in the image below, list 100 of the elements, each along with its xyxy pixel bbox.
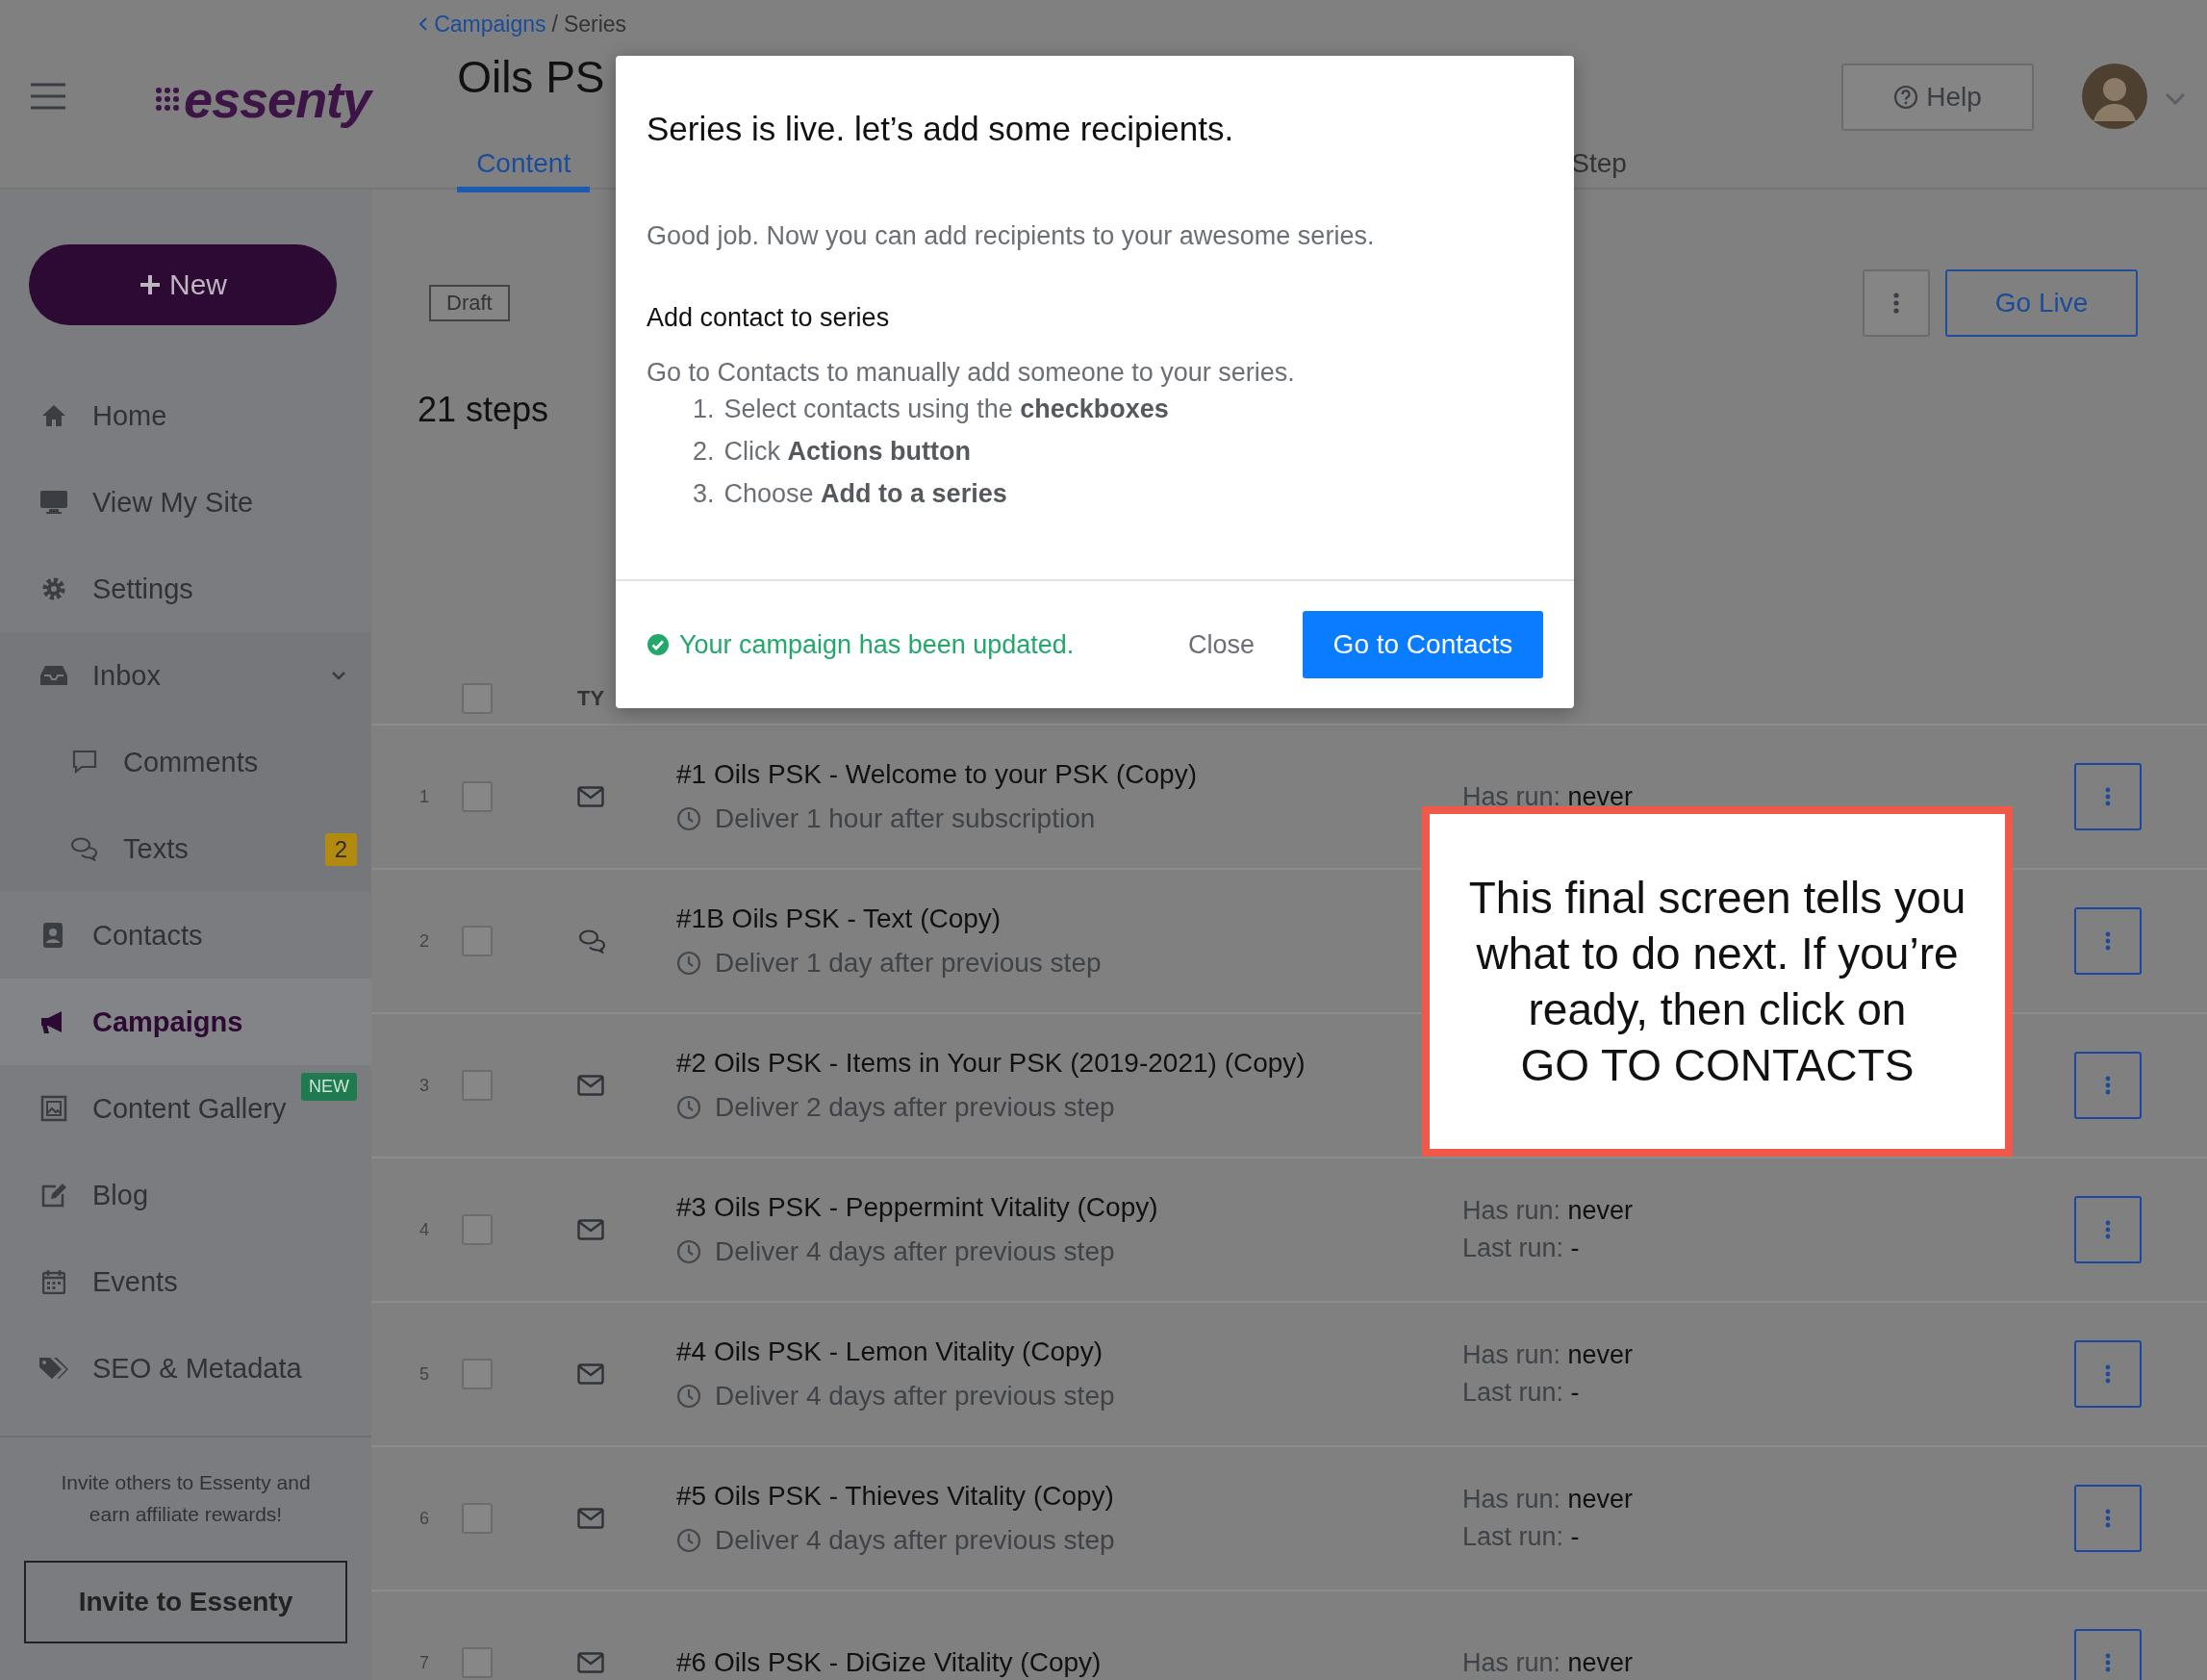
breadcrumb-current: Series — [563, 11, 627, 38]
step-title[interactable]: #2 Oils PSK - Items in Your PSK (2019-2021) (Copy) — [676, 1048, 1306, 1079]
sidebar-item[interactable]: Events — [0, 1238, 371, 1325]
step-title[interactable]: #6 Oils PSK - DiGize Vitality (Copy) — [676, 1647, 1102, 1678]
row-number: 5 — [419, 1363, 430, 1385]
envelope-icon — [577, 1652, 604, 1673]
question-icon — [1893, 85, 1919, 110]
chevron-down-icon[interactable] — [2165, 92, 2186, 106]
clock-icon — [676, 1384, 701, 1409]
sidebar-item[interactable]: Comments — [0, 719, 371, 805]
modal-intro: Good job. Now you can add recipients to your awesome series. — [647, 221, 1376, 251]
sidebar-item[interactable]: View My Site — [0, 459, 371, 546]
envelope-icon — [577, 1508, 604, 1529]
run-status: Has run: never — [1462, 781, 1635, 812]
sidebar-item[interactable]: SEO & Metadata — [0, 1325, 371, 1412]
step-title[interactable]: #4 Oils PSK - Lemon Vitality (Copy) — [676, 1336, 1103, 1367]
row-checkbox[interactable] — [462, 1214, 493, 1245]
speech-bubbles-icon — [577, 929, 608, 954]
row-checkbox[interactable] — [462, 926, 493, 956]
breadcrumb-separator: / — [551, 11, 558, 38]
envelope-icon — [577, 1363, 604, 1385]
menu-icon[interactable] — [30, 82, 66, 111]
step-title[interactable]: #5 Oils PSK - Thieves Vitality (Copy) — [676, 1481, 1114, 1512]
kebab-icon — [2105, 1653, 2111, 1672]
annotation-text: This final screen tells you what to do next. If you’re ready, then click on GO TO CONTACTS — [1467, 872, 1967, 1092]
speech-bubbles-icon — [70, 836, 99, 861]
kebab-icon — [2105, 1076, 2111, 1095]
more-button[interactable] — [2074, 907, 2142, 975]
step-title[interactable]: #3 Oils PSK - Peppermint Vitality (Copy) — [676, 1192, 1158, 1223]
plus-icon — [139, 273, 162, 296]
modal-title: Series is live. let’s add some recipients. — [647, 110, 1235, 148]
more-button[interactable] — [1863, 269, 1930, 337]
new-button[interactable]: New — [29, 244, 337, 325]
invite-text: Invite others to Essenty and earn affiliate rewards! — [60, 1470, 312, 1527]
clock-icon — [676, 951, 701, 976]
more-button[interactable] — [2074, 1340, 2142, 1408]
step-title[interactable]: #1 Oils PSK - Welcome to your PSK (Copy) — [676, 759, 1197, 790]
speech-bubble-icon — [72, 750, 97, 775]
calendar-icon — [42, 1269, 65, 1294]
kebab-icon — [2105, 1364, 2111, 1384]
sidebar-item[interactable]: Campaigns — [0, 979, 371, 1065]
more-button[interactable] — [2074, 1485, 2142, 1552]
tags-icon — [38, 1356, 69, 1381]
more-button[interactable] — [2074, 1052, 2142, 1119]
run-status: Last run: - — [1462, 1378, 1581, 1408]
tab[interactable]: Content — [457, 148, 591, 192]
chevron-down-icon[interactable] — [331, 671, 346, 680]
breadcrumb-link[interactable]: Campaigns — [419, 11, 546, 38]
more-button[interactable] — [2074, 1629, 2142, 1680]
envelope-icon — [577, 786, 604, 807]
dot-grid-icon — [155, 87, 180, 112]
sidebar-item[interactable]: Contacts — [0, 892, 371, 979]
step-number: 2. — [693, 436, 715, 468]
instruction-text: Click Actions button — [723, 436, 971, 468]
run-status: Has run: never — [1462, 1647, 1635, 1678]
schedule-text: Deliver 1 hour after subscription — [715, 803, 1096, 834]
clock-icon — [676, 1528, 701, 1553]
run-status: Last run: - — [1462, 1522, 1581, 1552]
clock-icon — [676, 806, 701, 831]
status-badge: Draft — [429, 285, 510, 321]
sidebar-item[interactable]: Home — [0, 372, 371, 459]
sidebar-item[interactable]: Inbox — [0, 632, 371, 719]
schedule-text: Deliver 4 days after previous step — [715, 1525, 1115, 1556]
sidebar-item[interactable]: Content Gallery NEW — [0, 1065, 371, 1152]
row-number: 7 — [419, 1652, 430, 1673]
row-number: 1 — [419, 786, 430, 807]
instruction-text: Select contacts using the checkboxes — [723, 394, 1169, 425]
more-button[interactable] — [2074, 763, 2142, 830]
chevron-left-icon — [419, 16, 429, 32]
sidebar-item[interactable]: Texts 2 — [0, 805, 371, 892]
image-frame-icon — [40, 1095, 67, 1122]
more-button[interactable] — [2074, 1196, 2142, 1263]
avatar-icon[interactable] — [2082, 64, 2147, 129]
run-status: Has run: never — [1462, 1196, 1635, 1226]
sidebar-item[interactable]: Blog — [0, 1152, 371, 1238]
step-number: 3. — [693, 478, 715, 510]
row-checkbox[interactable] — [462, 1503, 493, 1534]
row-checkbox[interactable] — [462, 781, 493, 812]
close-button[interactable]: Close — [1181, 628, 1260, 661]
invite-button[interactable]: Invite to Essenty — [24, 1561, 347, 1643]
row-checkbox[interactable] — [462, 1647, 493, 1678]
sidebar-item[interactable]: Settings — [0, 546, 371, 632]
tray-icon — [39, 664, 68, 687]
help-button[interactable]: Help — [1841, 64, 2034, 131]
step-title[interactable]: #1B Oils PSK - Text (Copy) — [676, 904, 1002, 934]
row-checkbox[interactable] — [462, 1070, 493, 1101]
section-text: Go to Contacts to manually add someone to your series. — [647, 358, 1296, 388]
select-all-checkbox[interactable] — [462, 683, 493, 714]
badge: NEW — [301, 1073, 357, 1101]
row-number: 2 — [419, 930, 430, 952]
schedule-text: Deliver 4 days after previous step — [715, 1236, 1115, 1267]
column-header: TY — [577, 686, 606, 711]
go-to-contacts-button[interactable]: Go to Contacts — [1303, 611, 1543, 678]
envelope-icon — [577, 1219, 604, 1240]
gear-icon — [41, 576, 66, 601]
row-checkbox[interactable] — [462, 1359, 493, 1389]
schedule-text: Deliver 4 days after previous step — [715, 1381, 1115, 1412]
house-icon — [41, 404, 66, 427]
go-live-button[interactable]: Go Live — [1945, 269, 2138, 337]
pencil-square-icon — [40, 1183, 67, 1208]
